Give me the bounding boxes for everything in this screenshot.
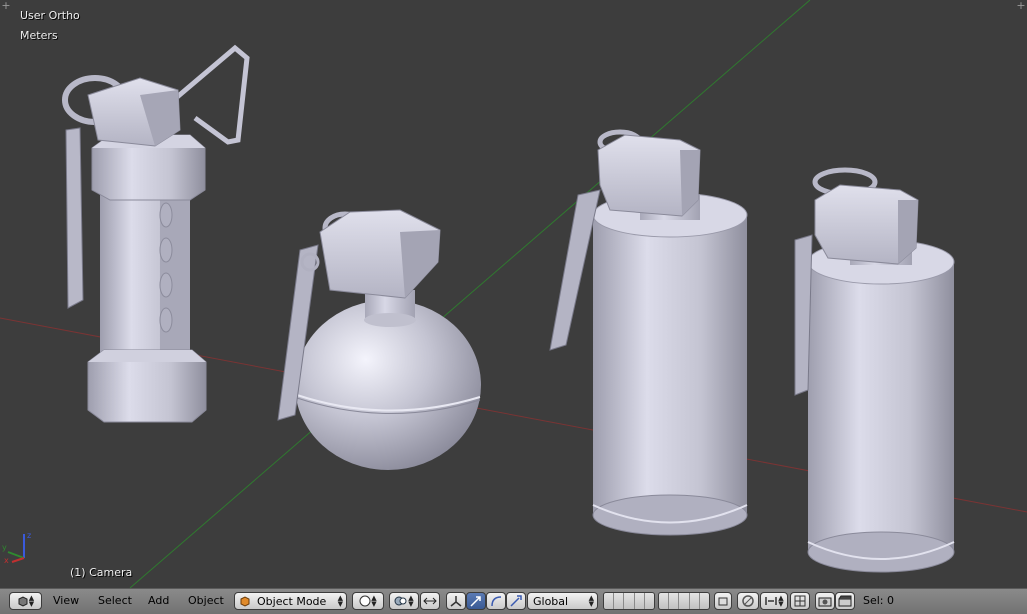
- translate-manipulator-button[interactable]: [466, 592, 486, 610]
- selection-count: Sel: 0: [863, 594, 895, 607]
- object-mode-icon: [240, 596, 250, 607]
- scene-layers-left[interactable]: [603, 592, 655, 610]
- snap-element-button[interactable]: ▲ ▼: [760, 592, 788, 610]
- layer-icon: [718, 597, 728, 606]
- proportional-editing-button[interactable]: [737, 592, 759, 610]
- corner-plus-icon-right[interactable]: +: [1015, 0, 1027, 12]
- cube-view-icon: [18, 596, 28, 607]
- chevron-updown-icon: ▲ ▼: [408, 594, 414, 608]
- chevron-updown-icon: ▲ ▼: [588, 594, 594, 608]
- center-arrows-icon: [423, 597, 437, 605]
- stun-grenade-mesh: [62, 44, 250, 423]
- scene-layers-right[interactable]: [658, 592, 710, 610]
- menu-add[interactable]: Add: [148, 594, 169, 607]
- menu-select[interactable]: Select: [98, 594, 132, 607]
- lock-layers-button[interactable]: [714, 592, 732, 610]
- render-animation-button[interactable]: [835, 592, 855, 610]
- manipulator-toggle-button[interactable]: [446, 592, 466, 610]
- manipulate-center-button[interactable]: [420, 592, 440, 610]
- 3d-viewport[interactable]: z y x User Ortho Meters (1) Camera + +: [0, 0, 1027, 588]
- proportional-circle-icon: [742, 595, 754, 607]
- chevron-updown-icon: ▲ ▼: [778, 594, 784, 608]
- axis-y-label: y: [2, 543, 7, 552]
- transform-orientation-selector[interactable]: Global ▲ ▼: [527, 592, 598, 610]
- render-opengl-button[interactable]: [815, 592, 835, 610]
- snap-target-button[interactable]: [790, 592, 810, 610]
- chevron-updown-icon: ▲ ▼: [371, 594, 377, 608]
- scale-icon: [510, 595, 522, 607]
- menu-object[interactable]: Object: [188, 594, 224, 607]
- active-object-label: (1) Camera: [70, 566, 133, 579]
- editor-type-button[interactable]: ▲ ▼: [9, 592, 42, 610]
- pivot-point-button[interactable]: ▲ ▼: [389, 592, 419, 610]
- solid-shading-icon: [359, 595, 371, 607]
- snap-increment-icon: [765, 597, 778, 605]
- axis-x-label: x: [4, 556, 9, 565]
- manipulator-axes-icon: [450, 596, 462, 607]
- scene-canvas[interactable]: z y x: [0, 0, 1027, 588]
- scale-manipulator-button[interactable]: [506, 592, 526, 610]
- corner-plus-icon-left[interactable]: +: [0, 0, 12, 12]
- rotate-manipulator-button[interactable]: [486, 592, 506, 610]
- axis-gizmo: z y x: [2, 531, 31, 565]
- viewport-header: ▲ ▼ View Select Add Object Object Mode ▲ ▼…: [0, 588, 1027, 614]
- units-label: Meters: [20, 29, 58, 42]
- mode-label: Object Mode: [257, 594, 327, 608]
- rotate-arc-icon: [491, 596, 502, 607]
- chevron-updown-icon: ▲ ▼: [28, 594, 35, 608]
- frag-grenade-mesh: [277, 209, 481, 470]
- smoke-grenade-mesh-1: [549, 129, 748, 536]
- clapperboard-icon: [838, 595, 852, 607]
- view-name-label: User Ortho: [20, 9, 80, 22]
- smoke-grenade-mesh-2: [794, 167, 955, 573]
- orientation-label: Global: [533, 594, 569, 608]
- menu-view[interactable]: View: [53, 594, 79, 607]
- snap-grid-icon: [794, 595, 806, 607]
- viewport-shading-button[interactable]: ▲ ▼: [352, 592, 384, 610]
- translate-arrow-icon: [470, 596, 481, 607]
- axis-z-label: z: [27, 531, 31, 540]
- camera-icon: [818, 597, 832, 607]
- pivot-icon: [394, 596, 407, 606]
- mode-selector[interactable]: Object Mode ▲ ▼: [234, 592, 347, 610]
- chevron-updown-icon: ▲ ▼: [337, 594, 343, 608]
